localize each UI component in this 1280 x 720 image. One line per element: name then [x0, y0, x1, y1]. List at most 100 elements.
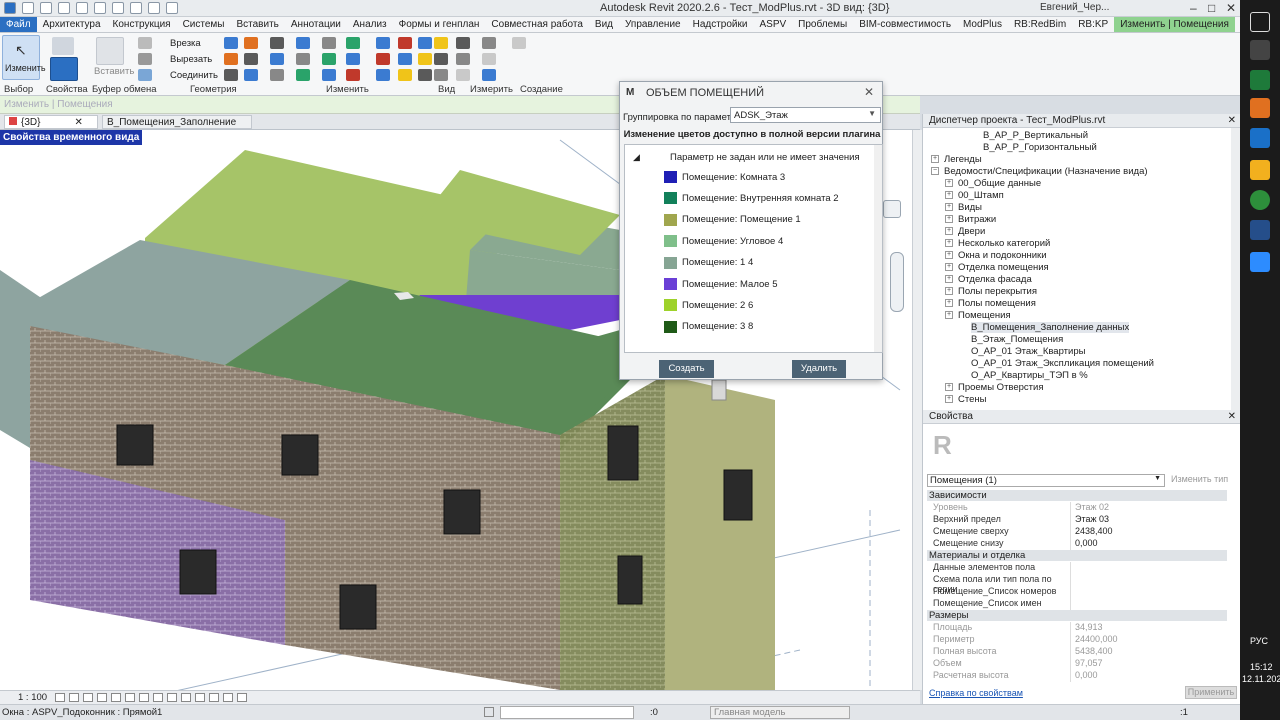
browser-node[interactable]: О_АР_Квартиры_ТЭП в %: [971, 370, 1088, 381]
color-swatch[interactable]: [664, 213, 677, 226]
ribbon-tool-icon[interactable]: [244, 69, 258, 81]
ribbon-tool-icon[interactable]: [434, 69, 448, 81]
close-icon[interactable]: ✕: [864, 85, 874, 99]
ribbon-tool-icon[interactable]: [434, 37, 448, 49]
apply-button[interactable]: Применить: [1185, 686, 1237, 699]
color-swatch[interactable]: [664, 299, 677, 312]
text-icon[interactable]: [130, 2, 142, 14]
browser-node[interactable]: + Полы перекрытия: [945, 286, 1037, 297]
cut2-label[interactable]: Вырезать: [170, 54, 212, 65]
language-indicator[interactable]: РУС: [1250, 636, 1268, 646]
ribbon-tool-icon[interactable]: [244, 53, 258, 65]
undo-icon[interactable]: [58, 2, 70, 14]
property-value[interactable]: Этаж 02: [1071, 502, 1109, 514]
group-select[interactable]: Выбор: [4, 84, 33, 95]
ribbon-tool-icon[interactable]: [456, 37, 470, 49]
room-item[interactable]: Помещение: Внутренняя комната 2: [664, 192, 839, 205]
browser-node[interactable]: + Стены: [945, 394, 986, 405]
expand-icon[interactable]: +: [931, 155, 939, 164]
menu-tab[interactable]: Файл: [0, 17, 37, 32]
ribbon-tool-icon[interactable]: [296, 37, 310, 49]
browser-node[interactable]: О_АР_01 Этаж_Квартиры: [971, 346, 1085, 357]
browser-node[interactable]: + Отделка фасада: [945, 274, 1032, 285]
ribbon-tool-icon[interactable]: [398, 53, 412, 65]
room-item[interactable]: Помещение: Малое 5: [664, 278, 777, 290]
property-row[interactable]: Расчетная высота 0,000: [929, 670, 1229, 682]
ribbon-tool-icon[interactable]: [434, 53, 448, 65]
modify-button[interactable]: ↖ Изменить: [2, 35, 46, 80]
delete-button[interactable]: Удалить: [792, 360, 846, 378]
save-icon[interactable]: [40, 2, 52, 14]
tab-schedule[interactable]: В_Помещения_Заполнение данных: [102, 115, 252, 139]
menu-tab[interactable]: BIM-совместимость: [853, 17, 957, 32]
room-item[interactable]: Помещение: Комната 3: [664, 171, 785, 183]
browser-node[interactable]: + Несколько категорий: [945, 238, 1050, 249]
browser-node[interactable]: + Полы помещения: [945, 298, 1036, 309]
menu-tab[interactable]: ModPlus: [957, 17, 1008, 32]
browser-scrollbar[interactable]: [1231, 128, 1240, 410]
join-icon[interactable]: [138, 69, 152, 81]
grouping-dropdown[interactable]: ADSK_Этаж ▼: [730, 107, 881, 123]
ribbon-tool-icon[interactable]: [376, 69, 390, 81]
ribbon-tool-icon[interactable]: [270, 53, 284, 65]
color-swatch[interactable]: [664, 192, 677, 205]
ribbon-tool-icon[interactable]: [376, 53, 390, 65]
close-icon[interactable]: ✕: [1228, 114, 1236, 128]
expand-icon[interactable]: +: [945, 263, 953, 272]
view-control-icon[interactable]: [181, 693, 191, 702]
expand-icon[interactable]: +: [945, 203, 953, 212]
view-control-icon[interactable]: [97, 693, 107, 702]
paste-button[interactable]: [96, 37, 124, 65]
property-row[interactable]: Схема пола или тип пола по серии: [929, 574, 1229, 594]
browser-node[interactable]: + Окна и подоконники: [945, 250, 1047, 261]
cut-label[interactable]: Врезка: [170, 38, 201, 49]
app-icon[interactable]: [1250, 40, 1270, 60]
view-control-icon[interactable]: [209, 693, 219, 702]
viewcube-icon[interactable]: [883, 200, 901, 218]
edge-icon[interactable]: [1250, 128, 1270, 148]
color-swatch[interactable]: [664, 235, 677, 248]
revit-icon[interactable]: [1250, 220, 1270, 240]
tab-3d[interactable]: {3D} ✕: [4, 115, 98, 129]
type-properties-icon[interactable]: [52, 37, 74, 55]
join-label[interactable]: Соединить: [170, 70, 218, 81]
expand-icon[interactable]: +: [945, 215, 953, 224]
property-row[interactable]: Помещение_Список имен: [929, 598, 1229, 610]
browser-node[interactable]: В_АР_Р_Горизонтальный: [983, 142, 1097, 153]
ribbon-tool-icon[interactable]: [398, 69, 412, 81]
user-name[interactable]: Евгений_Чер...: [1040, 2, 1109, 13]
property-value[interactable]: [1071, 586, 1075, 598]
worksets-icon[interactable]: [484, 707, 494, 717]
maximize-icon[interactable]: □: [1208, 1, 1215, 15]
ribbon-tool-icon[interactable]: [398, 37, 412, 49]
browser-node[interactable]: + Легенды: [931, 154, 982, 165]
expand-icon[interactable]: +: [945, 287, 953, 296]
ribbon-tool-icon[interactable]: [482, 37, 496, 49]
view-control-icon[interactable]: [223, 693, 233, 702]
ribbon-tool-icon[interactable]: [346, 69, 360, 81]
menu-tab[interactable]: Надстройки: [687, 17, 754, 32]
color-swatch[interactable]: [664, 320, 677, 333]
property-row[interactable]: Полная высота 5438,400: [929, 646, 1229, 658]
edit-type-button[interactable]: Изменить тип: [1171, 474, 1228, 484]
excel-icon[interactable]: [1250, 70, 1270, 90]
expand-icon[interactable]: +: [945, 227, 953, 236]
property-row[interactable]: Смещение снизу 0,000: [929, 538, 1229, 550]
redo-icon[interactable]: [76, 2, 88, 14]
property-value[interactable]: [1071, 598, 1075, 610]
view-control-icon[interactable]: [125, 693, 135, 702]
browser-node[interactable]: + Отделка помещения: [945, 262, 1049, 273]
create-button[interactable]: Создать: [659, 360, 714, 378]
property-value[interactable]: Этаж 03: [1071, 514, 1109, 526]
room-item[interactable]: Помещение: 1 4: [664, 256, 753, 269]
ribbon-tool-icon[interactable]: [456, 53, 470, 65]
property-value[interactable]: 97,057: [1071, 658, 1103, 670]
browser-node[interactable]: В_Помещения_Заполнение данных: [971, 322, 1130, 333]
property-value[interactable]: 24400,000: [1071, 634, 1118, 646]
browser-node[interactable]: В_АР_Р_Вертикальный: [983, 130, 1088, 141]
browser-node[interactable]: + Помещения: [945, 310, 1011, 321]
ribbon-tool-icon[interactable]: [224, 37, 238, 49]
type-selector[interactable]: Помещения (1) ▼: [927, 474, 1165, 487]
property-value[interactable]: 0,000: [1071, 670, 1098, 682]
ribbon-tool-icon[interactable]: [512, 37, 526, 49]
